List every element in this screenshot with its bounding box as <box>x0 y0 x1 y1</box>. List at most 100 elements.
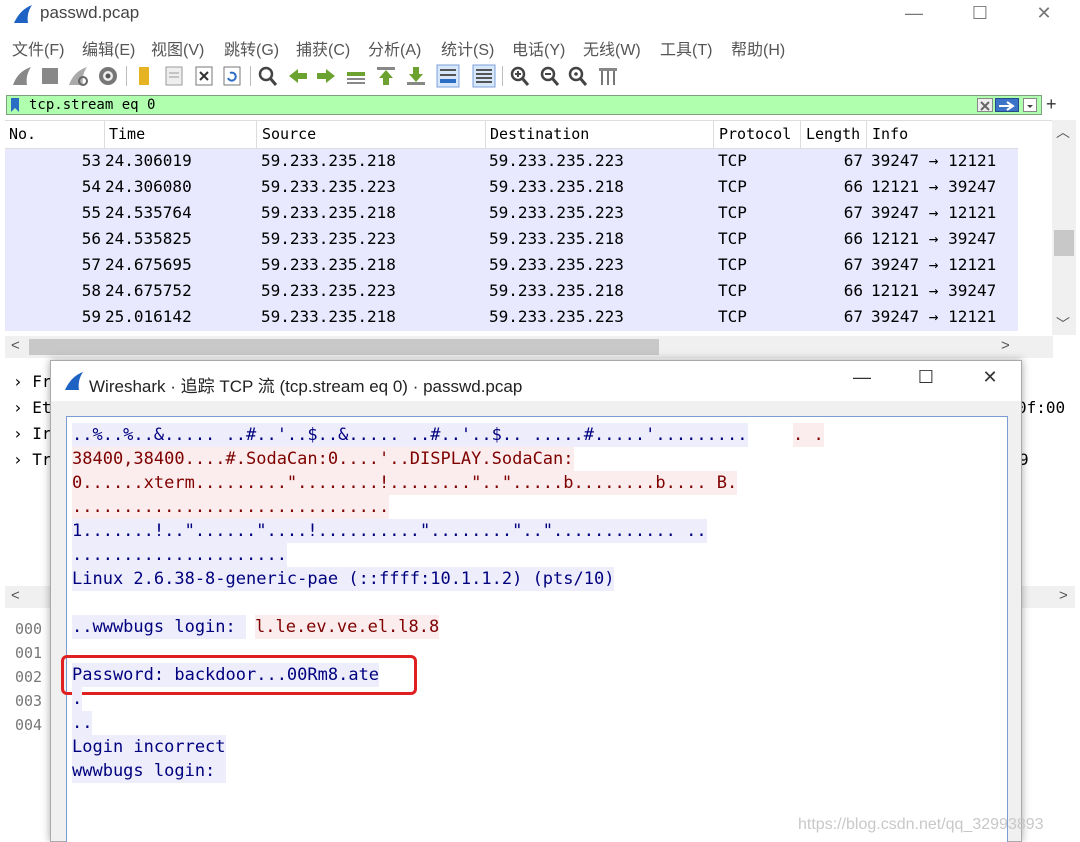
packet-protocol: TCP <box>718 151 747 170</box>
wireshark-fin-icon <box>65 372 83 390</box>
add-filter-button[interactable]: + <box>1046 94 1057 115</box>
menu-edit[interactable]: 编辑(E) <box>82 36 135 60</box>
column-info[interactable]: Info <box>872 125 908 143</box>
menu-tools[interactable]: 工具(T) <box>660 36 712 60</box>
byte-offset: 001 <box>15 644 43 662</box>
column-no[interactable]: No. <box>9 125 36 143</box>
open-file-icon[interactable] <box>132 64 156 88</box>
column-divider[interactable] <box>866 121 867 149</box>
zoom-reset-icon[interactable] <box>566 64 590 88</box>
restart-capture-icon[interactable] <box>66 64 90 88</box>
start-capture-icon[interactable] <box>10 64 34 88</box>
go-to-packet-icon[interactable] <box>344 64 368 88</box>
packet-source: 59.233.235.223 <box>261 229 396 248</box>
filter-history-dropdown-icon[interactable] <box>1023 98 1037 112</box>
scroll-down-icon[interactable]: ﹀ <box>1056 314 1070 334</box>
packet-destination: 59.233.235.218 <box>489 281 624 300</box>
column-length[interactable]: Length <box>806 125 860 143</box>
menu-capture[interactable]: 捕获(C) <box>296 36 350 60</box>
packet-length: 67 <box>843 203 863 222</box>
stream-line-server: ..................... <box>72 543 287 567</box>
capture-options-icon[interactable] <box>96 64 120 88</box>
scroll-left-icon[interactable]: < <box>11 337 20 354</box>
packet-source: 59.233.235.218 <box>261 255 396 274</box>
packet-no: 53 <box>81 151 101 170</box>
dialog-close-button[interactable]: ✕ <box>965 367 1015 395</box>
packet-list-horizontal-scrollbar[interactable]: < > <box>5 336 1053 358</box>
column-source[interactable]: Source <box>262 125 316 143</box>
display-filter-bar[interactable]: tcp.stream eq 0 <box>6 95 1042 115</box>
go-back-icon[interactable] <box>286 64 310 88</box>
menu-telephony[interactable]: 电话(Y) <box>512 36 565 60</box>
reload-file-icon[interactable] <box>220 64 244 88</box>
packet-length: 66 <box>843 177 863 196</box>
scroll-right-icon[interactable]: > <box>1059 587 1068 604</box>
go-last-packet-icon[interactable] <box>404 64 428 88</box>
menu-analyze[interactable]: 分析(A) <box>368 36 421 60</box>
column-time[interactable]: Time <box>109 125 145 143</box>
column-divider[interactable] <box>800 121 801 149</box>
clear-filter-icon[interactable] <box>977 98 993 112</box>
tree-item-frame[interactable]: › Fr <box>13 372 52 391</box>
packet-no: 59 <box>81 307 101 326</box>
wireshark-fin-icon <box>14 5 32 23</box>
scroll-up-icon[interactable]: ︿ <box>1056 122 1070 142</box>
blog-watermark: https://blog.csdn.net/qq_32993893 <box>798 816 1044 833</box>
packet-list-vertical-scrollbar[interactable]: ︿ ﹀ <box>1052 120 1076 335</box>
dialog-maximize-button[interactable]: ☐ <box>901 367 951 395</box>
packet-source: 59.233.235.223 <box>261 177 396 196</box>
dialog-minimize-button[interactable]: — <box>837 367 887 395</box>
menu-view[interactable]: 视图(V) <box>151 36 204 60</box>
packet-row[interactable]: 57 24.675695 59.233.235.218 59.233.235.2… <box>5 253 1018 279</box>
find-packet-icon[interactable] <box>256 64 280 88</box>
packet-info: 39247 → 12121 <box>871 203 997 222</box>
stream-content-view[interactable]: ..%..%..&..... ..#..'..$..&..... ..#..'.… <box>61 416 1008 842</box>
packet-row[interactable]: 55 24.535764 59.233.235.218 59.233.235.2… <box>5 201 1018 227</box>
filter-bookmark-icon[interactable] <box>10 98 20 112</box>
packet-no: 55 <box>81 203 101 222</box>
stop-capture-icon[interactable] <box>38 64 62 88</box>
maximize-button[interactable]: ☐ <box>950 0 1010 30</box>
packet-row[interactable]: 59 25.016142 59.233.235.218 59.233.235.2… <box>5 305 1018 331</box>
column-divider[interactable] <box>485 121 486 149</box>
go-first-packet-icon[interactable] <box>374 64 398 88</box>
scroll-left-icon[interactable]: < <box>11 587 20 604</box>
colorize-icon[interactable] <box>472 64 496 88</box>
packet-row[interactable]: 53 24.306019 59.233.235.218 59.233.235.2… <box>5 149 1018 175</box>
close-button[interactable]: ✕ <box>1014 0 1074 30</box>
tree-item-label: Tr <box>32 450 52 469</box>
zoom-in-icon[interactable] <box>508 64 532 88</box>
column-divider[interactable] <box>104 121 105 149</box>
go-forward-icon[interactable] <box>314 64 338 88</box>
column-divider[interactable] <box>256 121 257 149</box>
tree-item-ethernet[interactable]: › Et <box>13 398 52 417</box>
minimize-button[interactable]: — <box>884 0 944 30</box>
column-divider[interactable] <box>713 121 714 149</box>
save-file-icon[interactable] <box>162 64 186 88</box>
tree-item-label: Ir <box>32 424 52 443</box>
scroll-right-icon[interactable]: > <box>1001 337 1010 354</box>
column-destination[interactable]: Destination <box>490 125 589 143</box>
menu-statistics[interactable]: 统计(S) <box>441 36 494 60</box>
resize-columns-icon[interactable] <box>596 64 620 88</box>
scrollbar-thumb[interactable] <box>29 339 659 355</box>
packet-length: 66 <box>843 229 863 248</box>
tree-item-ip[interactable]: › Ir <box>13 424 52 443</box>
scrollbar-thumb[interactable] <box>1054 230 1074 256</box>
menu-wireless[interactable]: 无线(W) <box>583 36 641 60</box>
menu-go[interactable]: 跳转(G) <box>224 36 279 60</box>
packet-row[interactable]: 54 24.306080 59.233.235.223 59.233.235.2… <box>5 175 1018 201</box>
close-file-icon[interactable] <box>192 64 216 88</box>
packet-time: 24.535825 <box>105 229 192 248</box>
column-protocol[interactable]: Protocol <box>719 125 791 143</box>
byte-offset: 004 <box>15 716 43 734</box>
packet-row[interactable]: 56 24.535825 59.233.235.223 59.233.235.2… <box>5 227 1018 253</box>
auto-scroll-icon[interactable] <box>436 64 460 88</box>
menu-help[interactable]: 帮助(H) <box>731 36 785 60</box>
zoom-out-icon[interactable] <box>538 64 562 88</box>
menu-file[interactable]: 文件(F) <box>12 36 64 60</box>
packet-row[interactable]: 58 24.675752 59.233.235.223 59.233.235.2… <box>5 279 1018 305</box>
apply-filter-icon[interactable] <box>995 98 1019 112</box>
tree-item-tcp[interactable]: › Tr <box>13 450 52 469</box>
display-filter-input[interactable]: tcp.stream eq 0 <box>29 96 155 114</box>
